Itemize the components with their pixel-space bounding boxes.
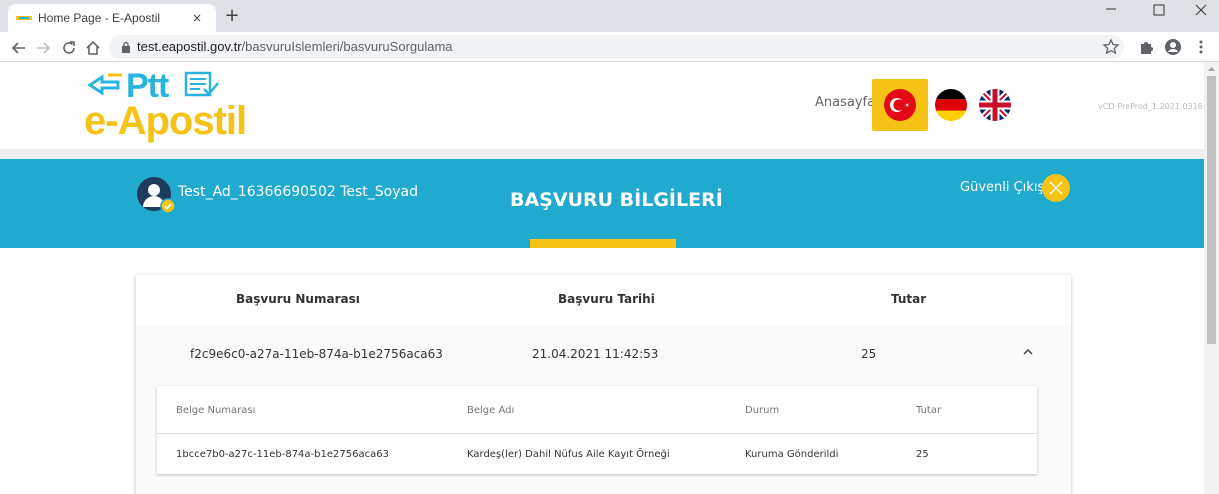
url-field[interactable]: test.eapostil.gov.tr/basvuruIslemleri/ba… xyxy=(109,35,1124,59)
browser-tab[interactable]: Home Page - E-Apostil × xyxy=(8,4,216,32)
column-header-application-number: Başvuru Numarası xyxy=(236,292,360,306)
column-header-application-date: Başvuru Tarihi xyxy=(558,292,655,306)
chevron-up-icon[interactable] xyxy=(1021,345,1035,359)
new-tab-button[interactable]: + xyxy=(222,6,242,26)
column-header-amount: Tutar xyxy=(891,292,927,306)
profile-icon[interactable] xyxy=(1164,38,1182,56)
table-divider xyxy=(157,433,1037,434)
document-status: Kuruma Gönderildi xyxy=(745,449,839,460)
favicon-icon xyxy=(16,16,32,20)
address-bar-row: test.eapostil.gov.tr/basvuruIslemleri/ba… xyxy=(0,32,1219,62)
extensions-icon[interactable] xyxy=(1138,38,1156,56)
de-flag-icon xyxy=(935,89,967,121)
doc-header-status: Durum xyxy=(745,405,780,416)
document-name: Kardeş(ler) Dahil Nüfus Aile Kayıt Örneğ… xyxy=(467,449,670,460)
application-amount: 25 xyxy=(861,347,877,361)
ptt-eapostil-logo[interactable]: Ptt e-Apostil xyxy=(84,67,254,149)
logo-document-icon xyxy=(184,71,219,97)
document-number: 1bcce7b0-a27c-11eb-874a-b1e2756aca63 xyxy=(176,449,389,460)
lock-icon xyxy=(122,41,130,53)
doc-header-number: Belge Numarası xyxy=(176,405,256,416)
url-path: /basvuruIslemleri/basvuruSorgulama xyxy=(241,39,453,54)
browser-tab-strip: Home Page - E-Apostil × + xyxy=(0,0,1219,32)
url-text: test.eapostil.gov.tr/basvuruIslemleri/ba… xyxy=(137,39,453,54)
user-avatar-icon xyxy=(137,177,176,214)
tab-title: Home Page - E-Apostil xyxy=(38,11,161,25)
forward-icon[interactable] xyxy=(34,39,52,57)
url-host: test.eapostil.gov.tr xyxy=(137,39,242,54)
user-name: Test_Ad_16366690502 Test_Soyad xyxy=(178,184,418,200)
logo-arrows-icon xyxy=(88,73,122,96)
application-table: Başvuru Numarası Başvuru Tarihi Tutar f2… xyxy=(136,275,1071,494)
reload-icon[interactable] xyxy=(60,39,78,57)
document-table: Belge Numarası Belge Adı Durum Tutar 1bc… xyxy=(157,386,1037,474)
scroll-up-icon[interactable] xyxy=(1204,62,1219,76)
back-icon[interactable] xyxy=(10,39,28,57)
minimize-icon[interactable] xyxy=(1093,0,1129,28)
page-content: Ptt e-Apostil Anasayfa vCD-PreProd_1.202… xyxy=(0,62,1204,494)
scrollbar-thumb[interactable] xyxy=(1207,76,1216,344)
doc-header-name: Belge Adı xyxy=(467,405,515,416)
application-row-expanded[interactable]: f2c9e6c0-a27a-11eb-874a-b1e2756aca63 21.… xyxy=(136,325,1071,494)
doc-header-amount: Tutar xyxy=(916,405,942,416)
turkish-language-button[interactable] xyxy=(872,79,928,131)
application-date: 21.04.2021 11:42:53 xyxy=(532,347,659,361)
home-icon[interactable] xyxy=(84,39,102,57)
title-underline xyxy=(530,239,676,248)
application-number: f2c9e6c0-a27a-11eb-874a-b1e2756aca63 xyxy=(190,347,443,361)
logout-button[interactable] xyxy=(1042,174,1070,202)
header-separator xyxy=(0,149,1204,159)
english-language-button[interactable] xyxy=(970,79,1026,131)
close-icon xyxy=(1049,181,1063,195)
version-label: vCD-PreProd_1.2021.0316.1 xyxy=(1098,102,1204,111)
close-window-icon[interactable] xyxy=(1183,0,1219,28)
tab-close-icon[interactable]: × xyxy=(188,9,206,27)
maximize-icon[interactable] xyxy=(1141,0,1177,28)
document-amount: 25 xyxy=(916,449,929,460)
bookmark-star-icon[interactable] xyxy=(1102,38,1120,56)
uk-flag-icon xyxy=(979,89,1011,121)
home-link[interactable]: Anasayfa xyxy=(815,95,875,110)
user-banner: Test_Ad_16366690502 Test_Soyad BAŞVURU B… xyxy=(0,159,1204,248)
menu-dots-icon[interactable] xyxy=(1192,38,1210,56)
logo-eapostil-text: e-Apostil xyxy=(84,99,247,143)
logout-label[interactable]: Güvenli Çıkış xyxy=(960,180,1044,195)
page-title: BAŞVURU BİLGİLERİ xyxy=(510,189,723,211)
tr-flag-icon xyxy=(884,89,916,121)
